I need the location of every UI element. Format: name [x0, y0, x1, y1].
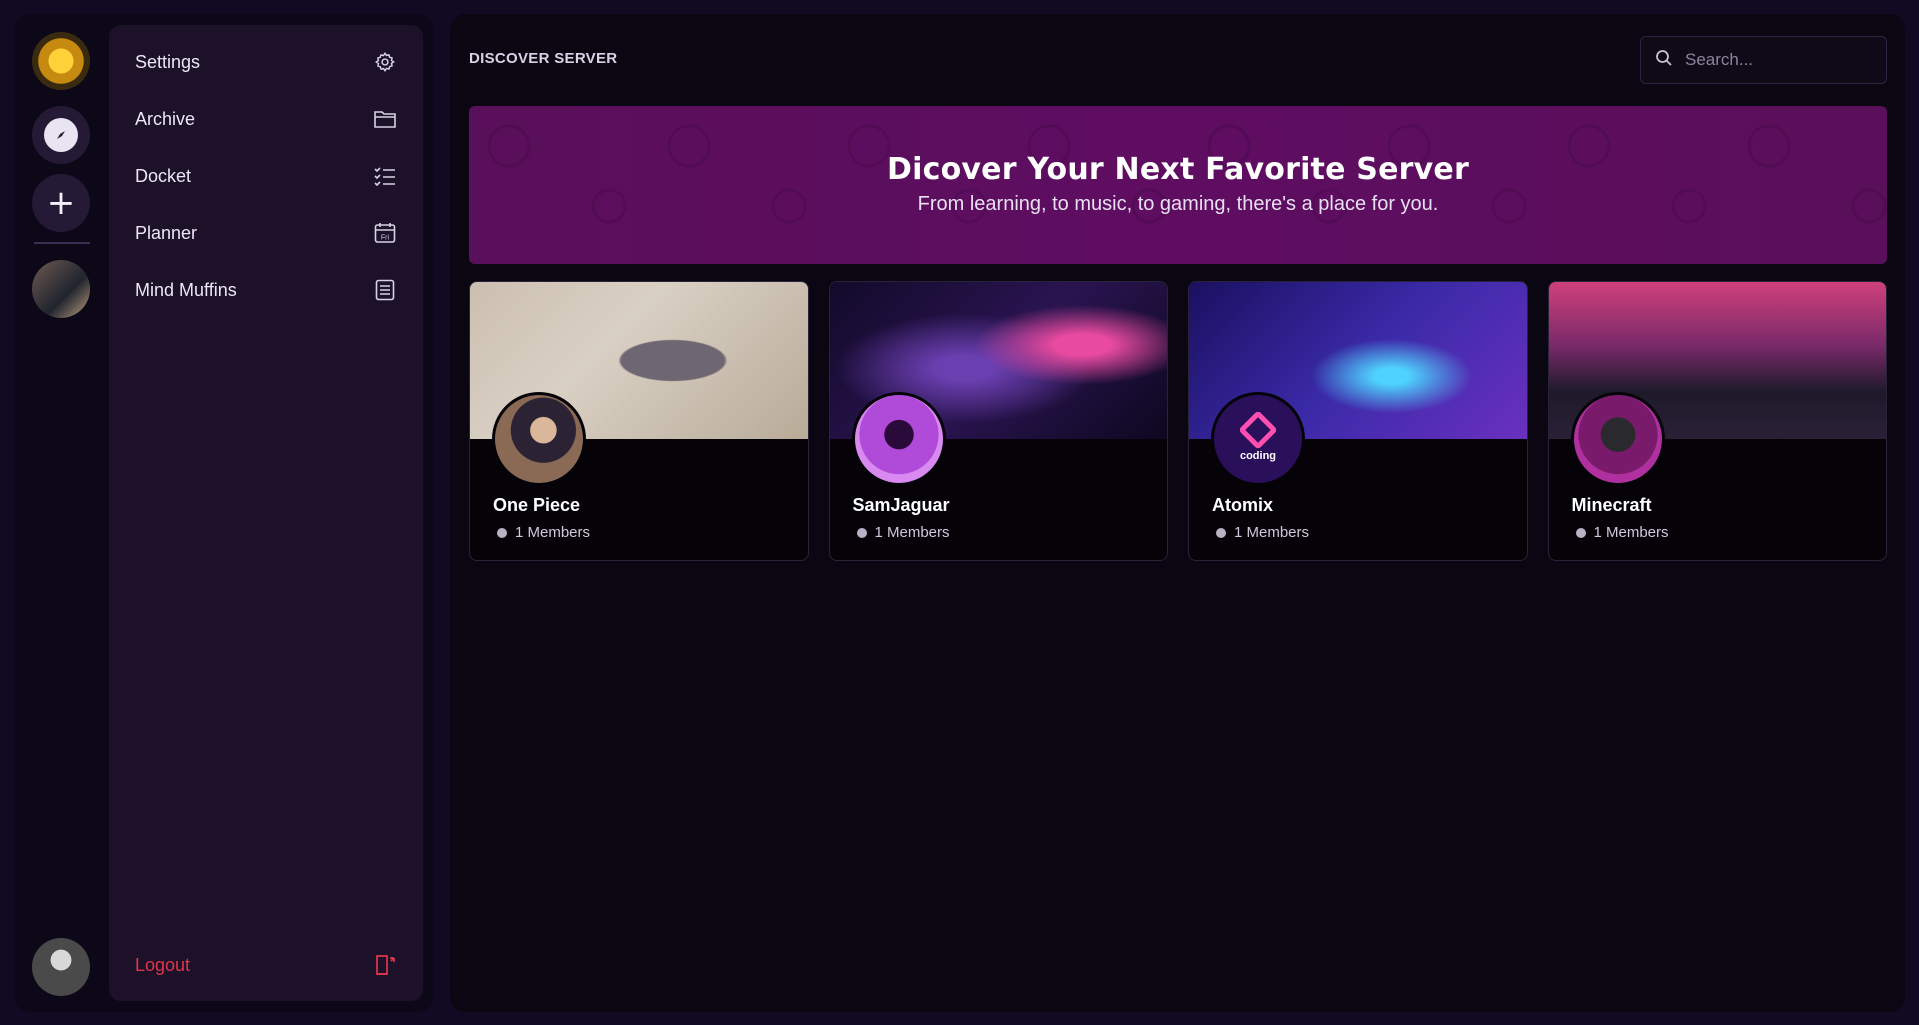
member-count-text: 1 Members: [874, 524, 950, 541]
member-count-text: 1 Members: [1234, 524, 1310, 541]
search-input[interactable]: [1685, 50, 1865, 70]
logout-icon: [373, 953, 397, 977]
folder-icon: [373, 107, 397, 131]
add-server-button[interactable]: +: [32, 174, 90, 232]
sidebar-item-docket[interactable]: Docket: [109, 153, 423, 199]
member-count: 1 Members: [1216, 524, 1309, 541]
home-logo-button[interactable]: [32, 32, 90, 90]
server-name: SamJaguar: [852, 495, 950, 515]
status-dot-icon: [1216, 527, 1226, 538]
document-icon: [373, 278, 397, 302]
sidebar-item-label: Docket: [135, 165, 192, 186]
gear-icon: [373, 50, 397, 74]
logout-label: Logout: [135, 954, 191, 975]
server-avatar: [851, 392, 946, 486]
member-count-text: 1 Members: [1593, 524, 1669, 541]
status-dot-icon: [1575, 527, 1586, 538]
sidebar-item-mind-muffins[interactable]: Mind Muffins: [109, 267, 423, 313]
member-count: 1 Members: [856, 524, 950, 541]
sidebar-item-label: Mind Muffins: [135, 279, 237, 300]
server-avatar: [1570, 392, 1665, 486]
search-icon: [1655, 49, 1673, 72]
discover-banner: Dicover Your Next Favorite Server From l…: [469, 106, 1887, 264]
member-count-text: 1 Members: [515, 524, 591, 541]
server-avatar: [492, 392, 586, 486]
status-dot-icon: [856, 527, 867, 538]
search-box[interactable]: [1640, 36, 1887, 84]
status-dot-icon: [497, 527, 507, 538]
sidebar-menu: Settings Archive Docket Planner Fri Mind…: [109, 25, 423, 1001]
sidebar-item-label: Settings: [135, 51, 201, 72]
server-name: Minecraft: [1571, 495, 1652, 515]
member-count: 1 Members: [1575, 524, 1669, 541]
calendar-day-text: Fri: [381, 235, 390, 242]
server-card-list: One Piece 1 Members SamJaguar 1 Members …: [469, 281, 1887, 561]
sidebar-item-settings[interactable]: Settings: [109, 39, 423, 85]
calendar-icon: Fri: [373, 221, 397, 245]
rail-divider: [34, 242, 90, 244]
sidebar-item-label: Planner: [135, 222, 198, 243]
server-card-one-piece[interactable]: One Piece 1 Members: [469, 281, 809, 561]
server-avatar: coding: [1211, 392, 1305, 486]
server-card-samjaguar[interactable]: SamJaguar 1 Members: [828, 281, 1168, 561]
server-name: One Piece: [493, 495, 581, 515]
sidebar-item-archive[interactable]: Archive: [109, 96, 423, 142]
banner-title: Dicover Your Next Favorite Server: [887, 152, 1469, 187]
logout-button[interactable]: Logout: [109, 942, 423, 988]
sidebar-item-label: Archive: [135, 108, 196, 129]
banner-subtitle: From learning, to music, to gaming, ther…: [917, 193, 1439, 215]
main-content: DISCOVER SERVER Dicover Your Next Favori…: [450, 14, 1905, 1012]
compass-icon: [44, 118, 78, 152]
checklist-icon: [373, 164, 397, 188]
server-icon-one-piece[interactable]: [32, 260, 90, 318]
server-rail: +: [14, 14, 108, 1012]
discover-button[interactable]: [32, 106, 90, 164]
server-card-minecraft[interactable]: Minecraft 1 Members: [1547, 281, 1887, 561]
plus-icon: +: [46, 183, 76, 223]
code-icon: [1238, 410, 1278, 450]
server-name: Atomix: [1212, 495, 1274, 515]
avatar-caption: coding: [1239, 450, 1277, 462]
member-count: 1 Members: [497, 524, 590, 541]
server-card-atomix[interactable]: coding Atomix 1 Members: [1188, 281, 1528, 561]
user-avatar[interactable]: [32, 938, 90, 996]
page-title: DISCOVER SERVER: [469, 50, 618, 67]
sidebar-item-planner[interactable]: Planner Fri: [109, 210, 423, 256]
